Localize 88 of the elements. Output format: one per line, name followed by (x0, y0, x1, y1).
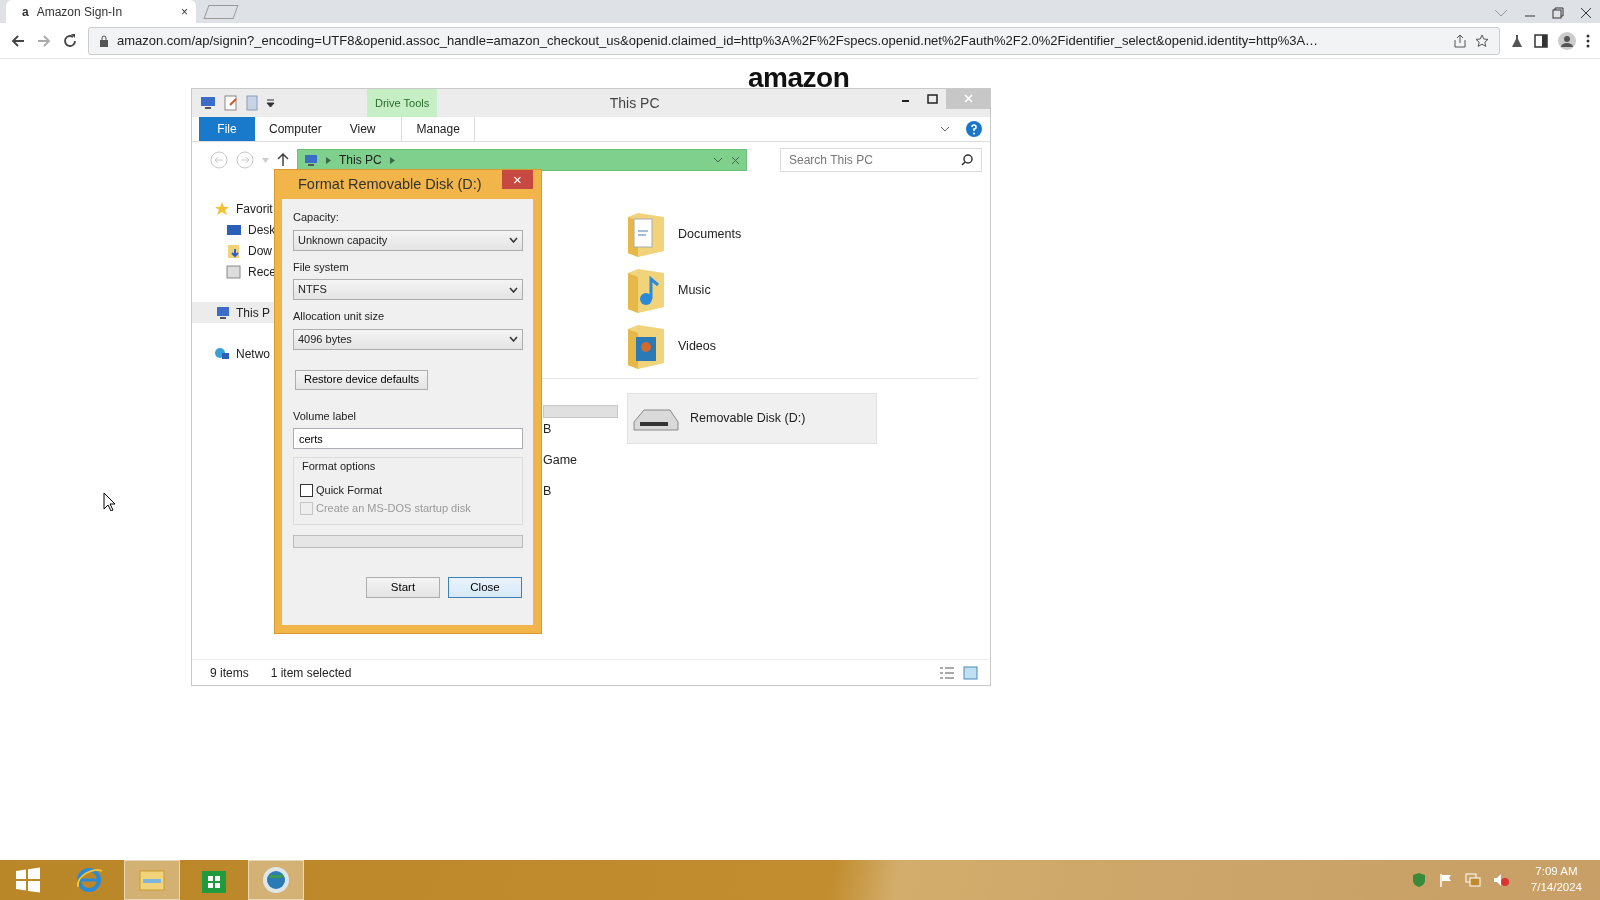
profile-icon[interactable] (1558, 31, 1576, 50)
folder-label[interactable]: Documents (678, 224, 742, 244)
browser-tab[interactable]: a Amazon Sign-In × (6, 0, 196, 23)
side-panel-icon[interactable] (1534, 33, 1548, 48)
field-label: Volume label (293, 408, 357, 424)
customize-arrow-icon[interactable] (266, 98, 275, 108)
dialog-button[interactable]: Close (448, 577, 522, 598)
network-icon[interactable] (1464, 873, 1481, 887)
tab-title: Amazon Sign-In (36, 3, 124, 21)
dropdown-icon[interactable] (713, 157, 723, 163)
ribbon-tab[interactable]: File (199, 117, 255, 141)
windows-logo-icon (15, 867, 41, 893)
tab-favicon: a (22, 3, 29, 21)
ribbon-tab[interactable]: Manage (401, 117, 475, 141)
breadcrumb-item[interactable]: This PC (339, 151, 382, 169)
ribbon-tab[interactable]: Computer (255, 117, 336, 141)
address-bar[interactable]: amazon.com/ap/signin?_encoding=UTF8&openid.assoc_handle=amazon_checkout_us&openid.claimed_id=http%3A%2F%2Fspecs.openid.net%2Fauth%2F2.0%2Fidentifier_select&openid.identity=http%3A… (88, 26, 1500, 55)
flask-icon[interactable] (1510, 33, 1524, 48)
ribbon-tab[interactable]: View (335, 117, 390, 141)
window-title: This PC (609, 93, 660, 113)
details-view-icon[interactable] (939, 665, 955, 680)
speaker-muted-icon[interactable] (1492, 873, 1509, 887)
network-icon (214, 345, 230, 362)
restore-icon[interactable] (1552, 7, 1564, 19)
expand-ribbon-icon[interactable] (940, 126, 950, 132)
cursor-icon (103, 492, 115, 511)
search-placeholder: Search This PC (789, 152, 874, 169)
globe-icon (261, 865, 291, 895)
reload-icon[interactable] (62, 32, 78, 49)
close-button[interactable]: × (502, 170, 533, 189)
folder-label[interactable]: Music (678, 280, 711, 300)
browser-icon (75, 865, 105, 895)
taskbar-app[interactable] (248, 860, 304, 900)
checkbox[interactable] (300, 484, 313, 497)
field-label: File system (293, 259, 350, 275)
group-title: Format options (301, 459, 376, 474)
chevron-right-icon (326, 156, 331, 164)
close-icon[interactable] (1580, 7, 1592, 19)
properties-icon[interactable] (224, 95, 238, 111)
dropdown[interactable]: Unknown capacity (293, 229, 523, 251)
item-count: 9 items (210, 664, 249, 682)
computer-icon[interactable] (200, 96, 216, 110)
clock-time: 7:09 AM (1534, 864, 1579, 880)
dialog-button[interactable]: Start (366, 577, 440, 598)
address-field[interactable]: This PC (297, 149, 747, 171)
back-icon[interactable] (10, 32, 26, 49)
lock-icon (99, 34, 109, 47)
dropdown[interactable]: 4096 bytes (293, 328, 523, 350)
star-icon (214, 200, 230, 217)
chevron-down-icon (1494, 9, 1508, 17)
flag-icon[interactable] (1438, 873, 1453, 887)
checkbox-label: Create an MS-DOS startup disk (316, 501, 471, 517)
drive-label: B (543, 421, 553, 438)
chevron-down-icon (509, 237, 518, 243)
checkbox-label: Quick Format (316, 483, 382, 499)
new-tab-button[interactable] (203, 5, 239, 19)
search-icon (961, 154, 973, 166)
tab-close-button[interactable]: × (181, 2, 188, 21)
dropdown[interactable]: NTFS (293, 279, 523, 300)
large-icons-view-icon[interactable] (963, 665, 978, 680)
volume-label-field[interactable]: certs (293, 428, 523, 449)
maximize-icon (926, 94, 939, 104)
clock-date: 7/14/2024 (1530, 880, 1582, 895)
chevron-down-icon (509, 286, 518, 293)
selection-count: 1 item selected (270, 664, 352, 682)
up-icon[interactable] (277, 153, 289, 167)
dialog-title: Format Removable Disk (D:) (297, 174, 482, 194)
drive-label: B (543, 482, 553, 500)
forward-icon[interactable] (36, 32, 52, 49)
url-text: amazon.com/ap/signin?_encoding=UTF8&openid.assoc_handle=amazon_checkout_us&openid.claimed_id=http%3A%2F%2Fspecs.openid.net%2Fauth%2F2.0%2Fidentifier_select&openid.identity=http%3A… (117, 31, 1320, 50)
restore-defaults-button[interactable]: Restore device defaults (295, 369, 428, 390)
folder-label[interactable]: Videos (678, 336, 716, 356)
search-field[interactable]: Search This PC (780, 148, 982, 172)
computer-icon (304, 154, 318, 166)
close-icon (961, 94, 975, 104)
chevron-right-icon (389, 156, 395, 164)
help-icon[interactable] (966, 121, 982, 137)
drive-tile[interactable]: Removable Disk (D:) (627, 393, 877, 444)
chevron-down-icon (509, 336, 518, 342)
field-label: Capacity: (293, 210, 340, 225)
computer-icon (214, 304, 230, 321)
share-icon[interactable] (1453, 33, 1467, 48)
menu-icon[interactable] (1586, 33, 1590, 48)
context-tab-label: Drive Tools (367, 89, 438, 117)
download-icon (226, 242, 242, 259)
drive-label: Game (543, 451, 579, 469)
amazon-logo: amazon (748, 64, 850, 92)
star-icon[interactable] (1475, 33, 1489, 48)
